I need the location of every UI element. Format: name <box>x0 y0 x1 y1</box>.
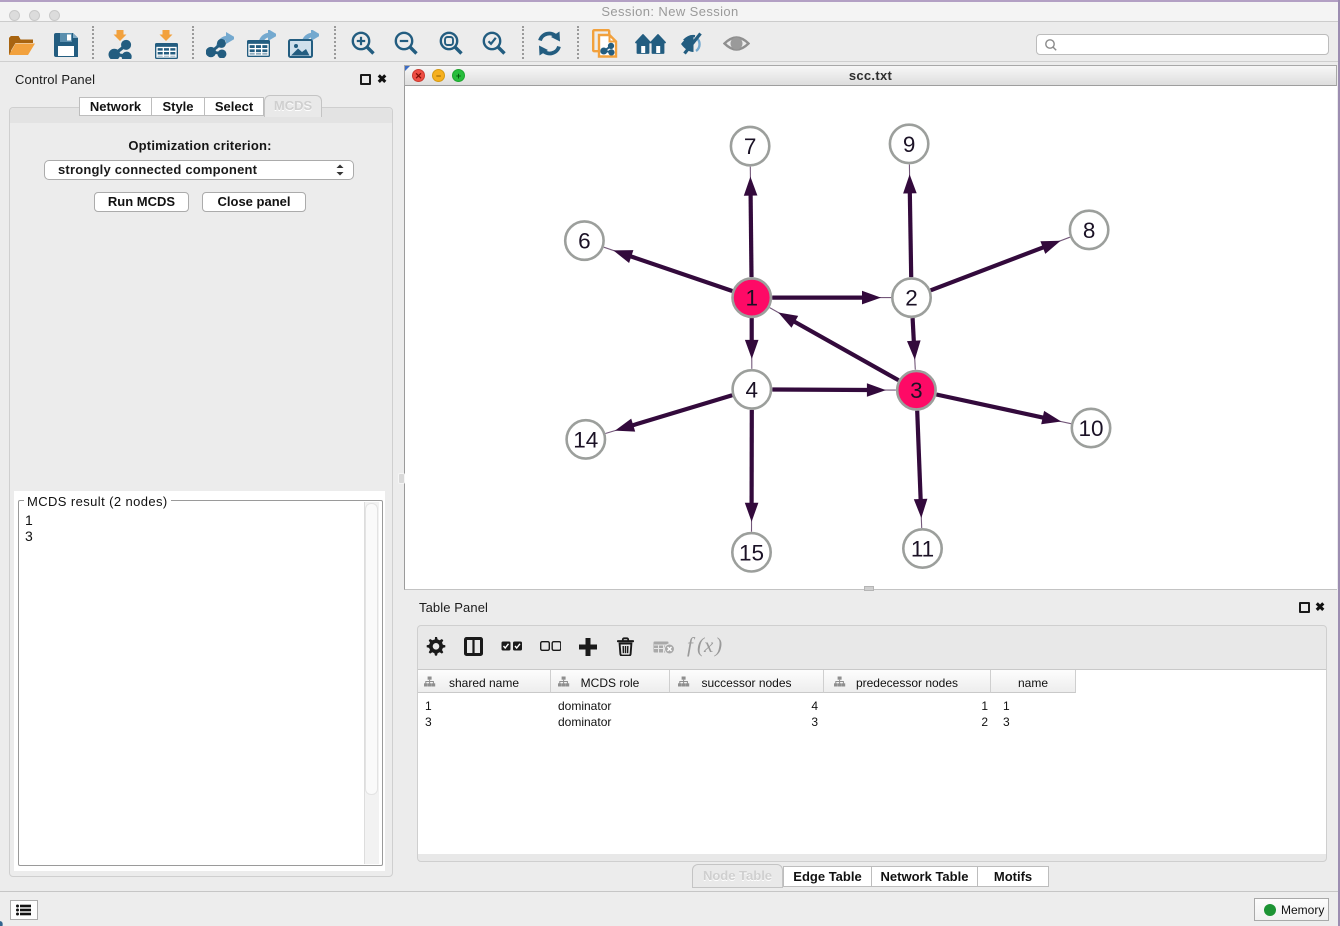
svg-text:3: 3 <box>910 378 923 403</box>
svg-text:2: 2 <box>905 286 918 311</box>
svg-text:10: 10 <box>1078 416 1103 441</box>
svg-text:8: 8 <box>1083 218 1096 243</box>
svg-text:9: 9 <box>903 132 916 157</box>
svg-text:15: 15 <box>739 540 764 565</box>
svg-text:1: 1 <box>745 286 758 311</box>
svg-text:14: 14 <box>573 427 598 452</box>
svg-text:11: 11 <box>911 537 934 562</box>
svg-text:6: 6 <box>578 229 591 254</box>
svg-text:4: 4 <box>746 377 759 402</box>
svg-text:7: 7 <box>744 134 757 159</box>
